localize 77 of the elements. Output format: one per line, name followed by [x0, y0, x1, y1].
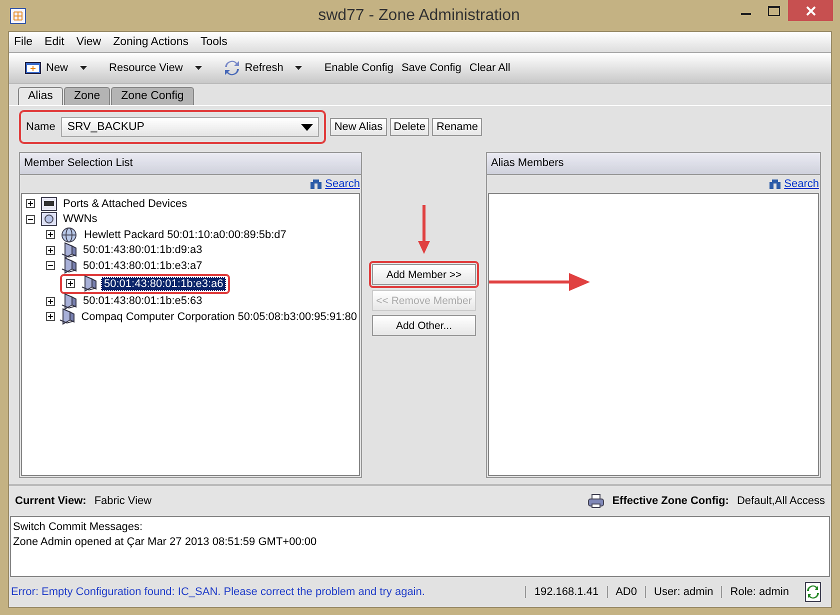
device-icon — [59, 308, 76, 326]
device-icon — [61, 242, 77, 259]
binoculars-icon — [310, 178, 322, 190]
toolbar-button[interactable]: Clear All — [465, 62, 514, 74]
maximize-icon — [768, 6, 780, 16]
expand-toggle[interactable] — [46, 230, 57, 240]
tree-item[interactable]: Compaq Computer Corporation 50:05:08:b3:00:95:91:80 — [79, 310, 359, 323]
status-field: User: admin — [645, 586, 722, 598]
app-icon — [10, 8, 26, 24]
status-field: Role: admin — [721, 586, 797, 598]
menu-item[interactable]: Tools — [200, 36, 228, 48]
status-field: AD0 — [606, 586, 645, 598]
menu-item[interactable]: Edit — [44, 36, 64, 48]
action-button[interactable]: Delete — [390, 118, 430, 136]
panel-header: Alias Members — [487, 153, 820, 175]
message-line: Zone Admin opened at Çar Mar 27 2013 08:51:59 GMT+00:00 — [13, 535, 318, 550]
tree-item[interactable]: 50:01:43:80:01:1b:d9:a3 — [81, 244, 204, 256]
tab[interactable]: Alias — [18, 87, 63, 105]
status-field: 192.168.1.41 — [525, 586, 607, 598]
current-view-value: Fabric View — [94, 495, 152, 507]
printer-icon[interactable] — [588, 494, 604, 508]
toolbar-button[interactable]: Resource View — [105, 62, 187, 74]
toolbar-button[interactable]: New — [21, 62, 72, 74]
expand-toggle[interactable] — [46, 296, 57, 306]
close-icon — [806, 6, 816, 16]
collapse-toggle[interactable] — [26, 214, 37, 224]
minimize-icon — [741, 12, 751, 14]
menu-item[interactable]: Zoning Actions — [113, 36, 189, 48]
down-arrow — [417, 205, 431, 255]
menu-item[interactable]: View — [76, 36, 102, 48]
close-button[interactable] — [788, 0, 833, 21]
search-link[interactable]: Search — [784, 178, 819, 190]
toolbar-button[interactable]: Refresh — [220, 60, 288, 76]
tab[interactable]: Zone Config — [111, 87, 194, 105]
tree-item[interactable]: 50:01:43:80:01:1b:e3:a6 — [101, 276, 226, 290]
tree-item[interactable]: 50:01:43:80:01:1b:e3:a7 — [81, 260, 204, 272]
action-button[interactable]: Add Other... — [372, 315, 476, 336]
action-button[interactable]: New Alias — [330, 118, 387, 136]
dropdown-arrow-icon[interactable] — [194, 66, 202, 70]
folder-icon — [41, 212, 57, 226]
search-link[interactable]: Search — [325, 178, 360, 190]
toolbar-button[interactable]: Save Config — [397, 62, 466, 74]
panel-header: Member Selection List — [20, 153, 361, 175]
error-message: Error: Empty Configuration found: IC_SAN. Please correct the problem and try again. — [11, 586, 426, 598]
device-icon — [81, 275, 97, 292]
device-icon — [61, 292, 77, 310]
folder-icon — [41, 196, 57, 211]
refresh-icon — [224, 60, 240, 76]
tree-item[interactable]: WWNs — [61, 213, 100, 226]
toolbar-button[interactable]: Enable Config — [320, 62, 398, 74]
window-title: swd77 - Zone Administration — [317, 6, 521, 24]
menu-item[interactable]: File — [14, 36, 33, 48]
collapse-toggle[interactable] — [46, 261, 57, 270]
expand-toggle[interactable] — [46, 246, 57, 255]
tab[interactable]: Zone — [64, 87, 110, 105]
field-label: Current View: — [15, 495, 86, 507]
add-member-button[interactable]: Add Member >> — [372, 264, 476, 285]
tree-item[interactable]: Ports & Attached Devices — [61, 198, 190, 210]
tree-item[interactable]: Hewlett Packard 50:01:10:a0:00:89:5b:d7 — [82, 228, 288, 241]
globe-icon — [61, 226, 78, 243]
message-line: Switch Commit Messages: — [13, 520, 144, 535]
effective-zone-value: Default,All Access — [736, 495, 825, 507]
binoculars-icon — [769, 178, 782, 190]
new-window-icon — [25, 62, 41, 74]
field-label: Name — [26, 121, 56, 133]
action-button[interactable]: Rename — [432, 118, 482, 136]
device-icon — [61, 257, 77, 274]
dropdown-arrow-icon — [301, 124, 314, 130]
tree-item[interactable]: 50:01:43:80:01:1b:e5:63 — [81, 295, 204, 308]
expand-toggle[interactable] — [26, 199, 37, 208]
dropdown-arrow-icon[interactable] — [295, 66, 302, 70]
dropdown-arrow-icon[interactable] — [80, 66, 88, 70]
field-label: Effective Zone Config: — [612, 495, 729, 507]
alias-dropdown[interactable]: SRV_BACKUP — [61, 117, 320, 137]
refresh-status-icon[interactable] — [805, 582, 821, 602]
expand-toggle[interactable] — [46, 312, 56, 322]
expand-toggle[interactable] — [66, 279, 77, 288]
